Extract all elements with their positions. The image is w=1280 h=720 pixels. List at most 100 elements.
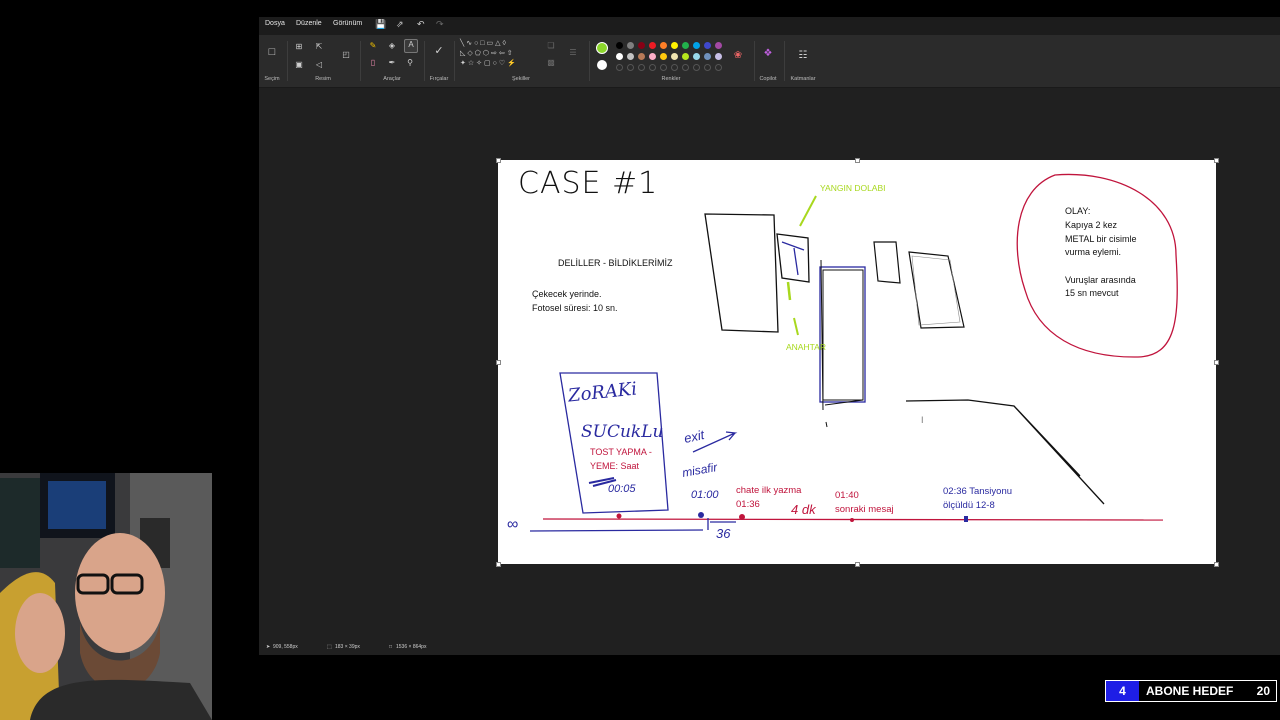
resize-handle-tr[interactable]	[1214, 158, 1219, 163]
save-icon[interactable]: 💾	[375, 19, 386, 30]
palette-swatch[interactable]	[682, 53, 689, 60]
palette-swatch[interactable]	[682, 42, 689, 49]
active-color-swatch[interactable]	[596, 42, 608, 54]
layers-icon[interactable]: ☷	[797, 50, 809, 62]
resize-handle-bl[interactable]	[496, 562, 501, 567]
fire-cabinet-label: YANGIN DOLABI	[820, 183, 886, 193]
eraser-icon[interactable]: ▯	[367, 57, 379, 69]
palette-swatch[interactable]	[649, 42, 656, 49]
brush-icon[interactable]: ✓	[433, 45, 445, 57]
palette-swatch[interactable]	[627, 42, 634, 49]
redo-icon[interactable]: ↷	[436, 19, 444, 30]
share-icon[interactable]: ⇗	[396, 19, 404, 30]
cursor-position: 909, 558px	[273, 644, 298, 650]
palette-swatch[interactable]	[693, 42, 700, 49]
group-label-copilot: Copilot	[759, 76, 777, 82]
custom-color-slot[interactable]	[682, 64, 689, 71]
key-pointer-lower	[793, 317, 799, 336]
resize-handle-br[interactable]	[1214, 562, 1219, 567]
color-picker-icon[interactable]: ✒	[386, 57, 398, 69]
streamer-video	[0, 473, 212, 720]
custom-color-slot[interactable]	[715, 64, 722, 71]
palette-swatch[interactable]	[616, 42, 623, 49]
resize-handle-tl[interactable]	[496, 158, 501, 163]
undo-icon[interactable]: ↶	[417, 19, 425, 30]
palette-swatch[interactable]	[671, 42, 678, 49]
palette-swatch[interactable]	[627, 53, 634, 60]
selection-size: 183 × 39px	[335, 644, 360, 650]
key-label: ANAHTAR	[786, 342, 826, 352]
fill-icon[interactable]: ◈	[386, 40, 398, 52]
rotate-icon[interactable]: ◁	[313, 59, 325, 71]
canvas-size: 1536 × 864px	[396, 644, 427, 650]
secondary-color-swatch[interactable]	[597, 60, 607, 70]
shapes-row-3-icon[interactable]: ✦☆✧▢○♡⚡	[460, 58, 540, 70]
next-msg-line-1: 01:40	[835, 490, 859, 501]
custom-color-slot[interactable]	[616, 64, 623, 71]
image-ai-icon[interactable]: ◰	[340, 49, 352, 61]
fill-shape-icon[interactable]: ▩	[545, 57, 557, 69]
goal-target: 20	[1256, 684, 1270, 698]
crop-icon[interactable]: ⊞	[293, 41, 305, 53]
status-bar: ➤ 909, 558px ⬚ 183 × 39px □ 1536 × 864px	[259, 642, 1280, 655]
custom-color-slot[interactable]	[649, 64, 656, 71]
menu-view[interactable]: Görünüm	[333, 20, 362, 27]
palette-swatch[interactable]	[660, 53, 667, 60]
goal-label: ABONE HEDEF	[1146, 684, 1234, 698]
group-label-layers: Katmanlar	[790, 76, 816, 82]
palette-swatch[interactable]	[704, 53, 711, 60]
menu-file[interactable]: Dosya	[265, 20, 285, 27]
custom-color-slot[interactable]	[671, 64, 678, 71]
resize-handle-l[interactable]	[496, 360, 501, 365]
custom-color-slot[interactable]	[638, 64, 645, 71]
custom-color-slot[interactable]	[627, 64, 634, 71]
edit-colors-icon[interactable]: ❀	[732, 50, 744, 62]
resize-handle-b[interactable]	[855, 562, 860, 567]
copilot-icon[interactable]: ❖	[762, 48, 774, 60]
case-title: CASE #1	[518, 166, 659, 201]
fire-cabinet-sketch	[776, 233, 810, 283]
bp-line-1: 02:36 Tansiyonu	[943, 486, 1013, 497]
palette-swatch[interactable]	[616, 53, 623, 60]
door-sketch	[819, 266, 866, 403]
palette-swatch[interactable]	[638, 53, 645, 60]
palette-swatch[interactable]	[660, 42, 667, 49]
small-box-sketch	[873, 241, 901, 284]
cabinet-sketch	[704, 213, 779, 333]
menu-edit[interactable]: Düzenle	[296, 20, 322, 27]
line-size-icon[interactable]: ☰	[567, 47, 579, 59]
palette-swatch[interactable]	[704, 42, 711, 49]
resize-icon[interactable]: ⇱	[313, 41, 325, 53]
group-label-colors: Renkler	[661, 76, 681, 82]
timeline-marker-start	[616, 513, 622, 519]
custom-color-slot[interactable]	[660, 64, 667, 71]
text-tool-icon[interactable]: A	[404, 39, 418, 53]
cursor-position-icon: ➤	[266, 644, 271, 650]
pencil-icon[interactable]: ✎	[367, 40, 379, 52]
resize-handle-t[interactable]	[855, 158, 860, 163]
image-icon[interactable]: ▣	[293, 59, 305, 71]
toast-time: 00:05	[608, 483, 636, 495]
event-line-6: Vuruşlar arasında	[1065, 275, 1136, 285]
event-line-1: OLAY:	[1065, 206, 1091, 216]
select-tool-icon[interactable]: □	[266, 46, 278, 58]
drawing-canvas[interactable]: CASE #1 DELİLLER - BİLDİKLERİMİZ Çekecek…	[498, 160, 1216, 564]
palette-swatch[interactable]	[649, 53, 656, 60]
group-label-brushes: Fırçalar	[429, 76, 449, 82]
palette-swatch[interactable]	[671, 53, 678, 60]
custom-color-slot[interactable]	[704, 64, 711, 71]
evidence-heading: DELİLLER - BİLDİKLERİMİZ	[558, 258, 673, 268]
guest-time: 01:00	[691, 489, 719, 501]
palette-swatch[interactable]	[715, 42, 722, 49]
magnifier-icon[interactable]: ⚲	[404, 57, 416, 69]
ribbon: □ Seçim ⊞ ⇱ ▣ ◁ ◰ Resim ✎ ◈ A ▯ ✒ ⚲ Araç…	[259, 35, 1280, 88]
palette-swatch[interactable]	[638, 42, 645, 49]
event-line-3: METAL bir cisimle	[1065, 234, 1137, 244]
resize-handle-r[interactable]	[1214, 360, 1219, 365]
goal-current-count: 4	[1106, 681, 1139, 701]
palette-swatch[interactable]	[693, 53, 700, 60]
palette-swatch[interactable]	[715, 53, 722, 60]
outline-icon[interactable]: ❏	[545, 40, 557, 52]
custom-color-slot[interactable]	[693, 64, 700, 71]
group-label-selection: Seçim	[264, 76, 280, 82]
